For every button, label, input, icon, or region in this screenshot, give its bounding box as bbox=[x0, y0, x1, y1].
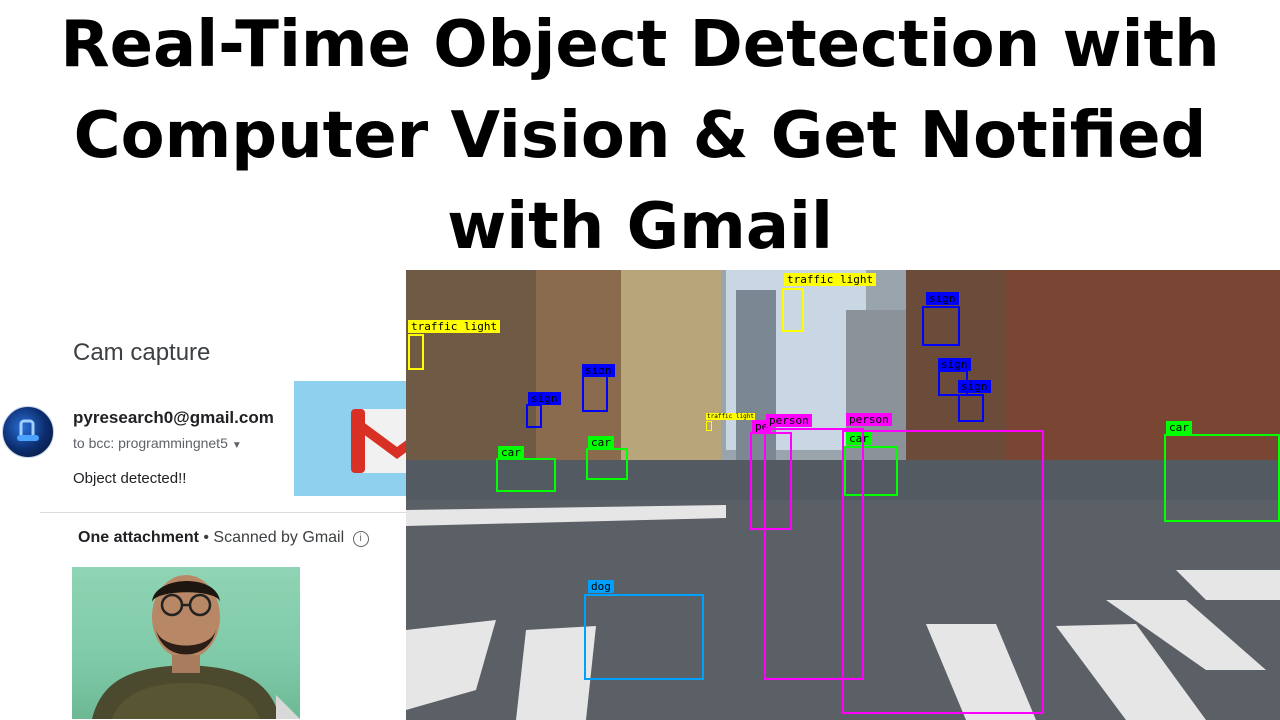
attachment-count: One attachment bbox=[78, 529, 199, 546]
recipient-line[interactable]: to bcc: programmingnet5 ▼ bbox=[73, 435, 242, 451]
sign-box bbox=[958, 394, 984, 422]
car-box bbox=[496, 458, 556, 492]
dog-label: dog bbox=[588, 580, 614, 593]
info-icon[interactable]: i bbox=[352, 531, 369, 547]
car-box bbox=[586, 448, 628, 480]
person-photo bbox=[92, 575, 280, 719]
avatar-logo-icon bbox=[17, 419, 39, 441]
sign-box bbox=[922, 306, 960, 346]
page-fold bbox=[276, 695, 300, 719]
scanned-note: • Scanned by Gmail bbox=[203, 529, 345, 546]
page-title: Real-Time Object Detection with Computer… bbox=[0, 0, 1280, 273]
title-line-2: Computer Vision & Get Notified bbox=[73, 99, 1207, 173]
detection-scene: traffic light traffic light traffic ligh… bbox=[406, 270, 1280, 720]
recipient-text: to bcc: programmingnet5 bbox=[73, 435, 228, 451]
email-body: Object detected!! bbox=[73, 470, 187, 487]
dog-box bbox=[584, 594, 704, 680]
traffic-light-box bbox=[408, 334, 424, 370]
sign-box bbox=[582, 374, 608, 412]
email-subject: Cam capture bbox=[73, 339, 211, 366]
traffic-light-label: traffic light bbox=[784, 273, 877, 286]
person-label: person bbox=[766, 414, 812, 427]
car-label: car bbox=[1166, 421, 1192, 434]
person-box bbox=[842, 430, 1044, 714]
sign-box bbox=[526, 404, 542, 428]
title-line-3: with Gmail bbox=[447, 190, 833, 264]
traffic-light-box bbox=[782, 288, 804, 332]
person-label: person bbox=[846, 413, 892, 426]
title-line-1: Real-Time Object Detection with bbox=[60, 8, 1220, 82]
traffic-light-label: traffic light bbox=[408, 320, 501, 333]
traffic-light-box bbox=[706, 421, 712, 431]
chevron-down-icon[interactable]: ▼ bbox=[232, 440, 242, 451]
sign-label: sign bbox=[958, 380, 991, 393]
traffic-light-label: traffic light bbox=[706, 413, 755, 420]
sign-label: sign bbox=[926, 292, 959, 305]
attachment-header: One attachment • Scanned by Gmail i bbox=[78, 529, 369, 547]
divider bbox=[40, 512, 406, 513]
sender-email[interactable]: pyresearch0@gmail.com bbox=[73, 408, 274, 428]
car-box bbox=[1164, 434, 1280, 522]
attachment-thumbnail[interactable] bbox=[72, 567, 300, 719]
sender-avatar[interactable] bbox=[2, 406, 54, 458]
